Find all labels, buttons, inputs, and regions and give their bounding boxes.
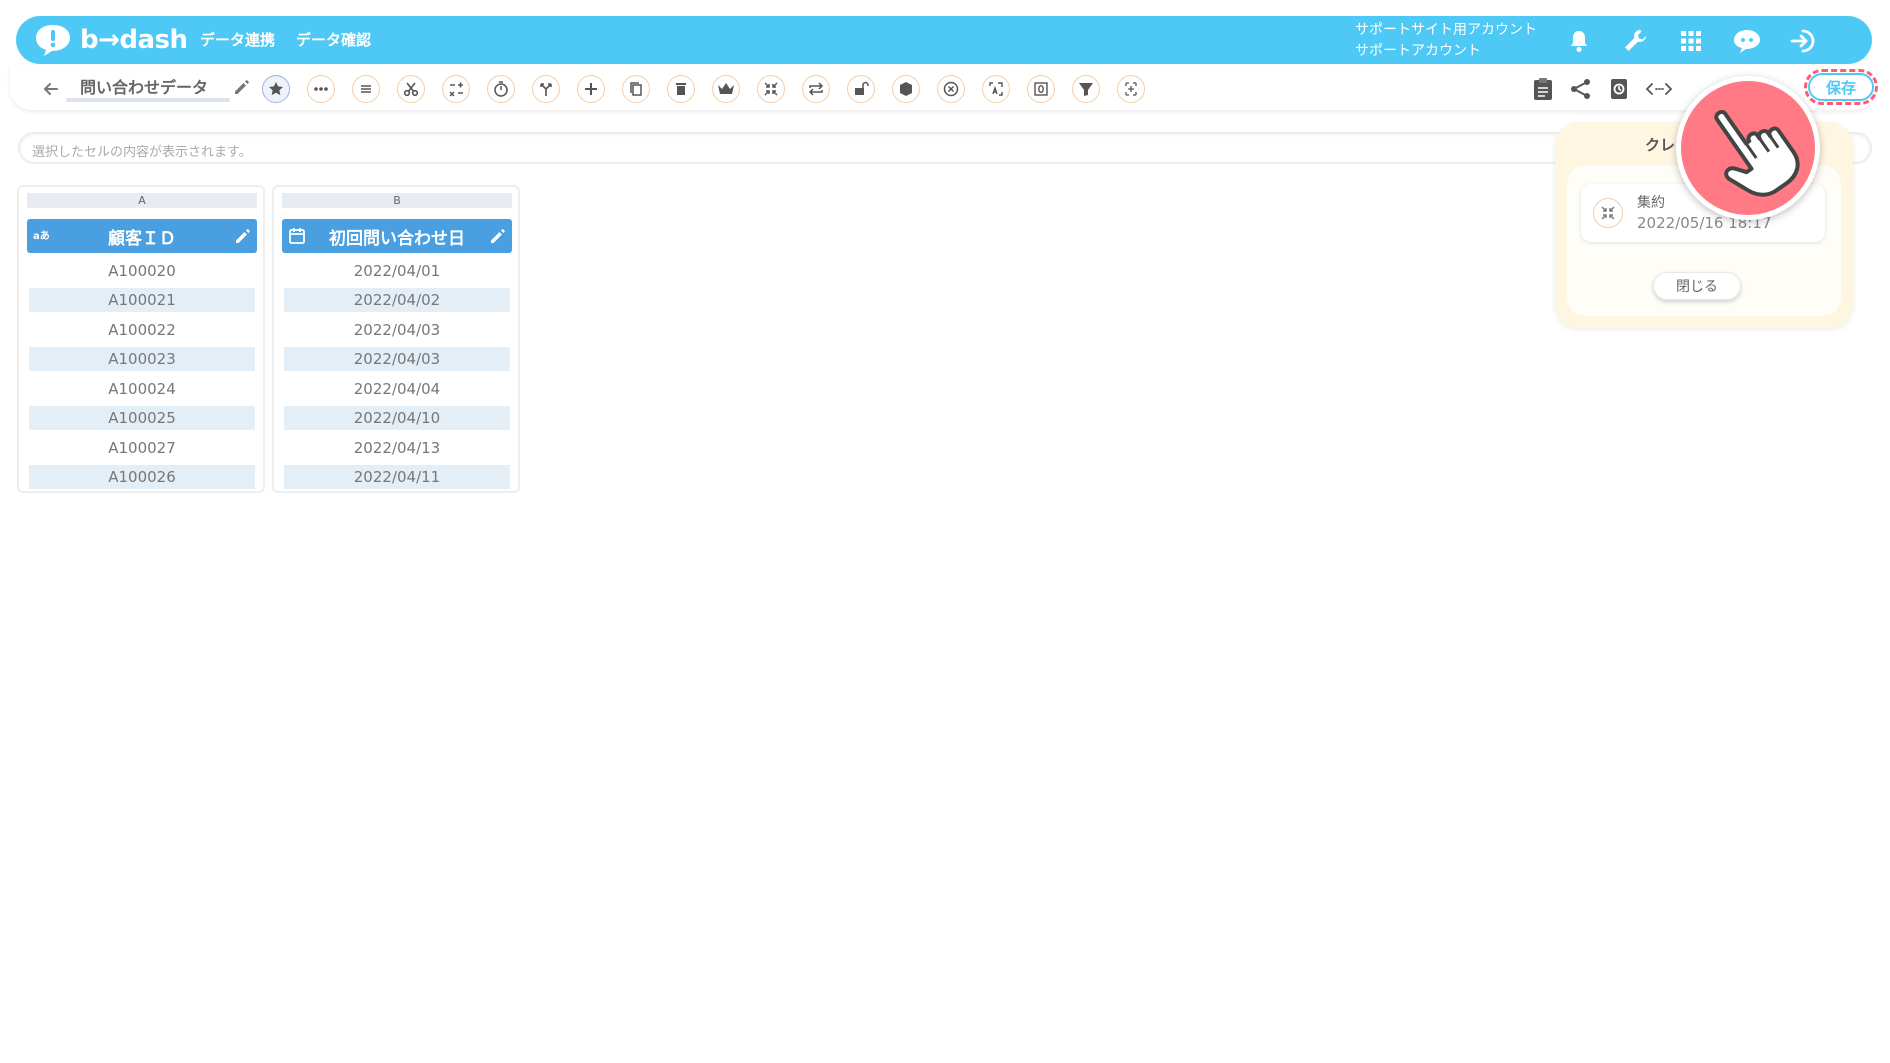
repeat-icon[interactable] <box>802 75 830 103</box>
back-arrow-icon[interactable] <box>40 78 62 100</box>
table-cell[interactable]: A100020 <box>29 259 255 283</box>
tutorial-pointer <box>1676 76 1820 220</box>
table-cell[interactable]: 2022/04/02 <box>284 288 510 312</box>
nav-data-integration[interactable]: データ連携 <box>200 29 275 50</box>
table-cell[interactable]: A100023 <box>29 347 255 371</box>
crown-icon[interactable] <box>712 75 740 103</box>
history-icon[interactable] <box>1606 76 1632 102</box>
table-cell[interactable]: 2022/04/10 <box>284 406 510 430</box>
support-chat-icon[interactable] <box>1732 26 1762 56</box>
account-line2: サポートアカウント <box>1355 43 1481 59</box>
table-cell[interactable]: 2022/04/13 <box>284 436 510 460</box>
column-a: A aあ 顧客ＩＤ A100020 A100021 A100022 A10002… <box>17 185 265 493</box>
logo-text: b→dash <box>80 25 188 55</box>
credit-item-name: 集約 <box>1637 195 1665 211</box>
wrench-icon[interactable] <box>1620 26 1650 56</box>
column-header[interactable]: 初回問い合わせ日 <box>282 219 512 253</box>
close-circle-icon[interactable] <box>937 75 965 103</box>
apps-grid-icon[interactable] <box>1676 26 1706 56</box>
table-cell[interactable]: A100025 <box>29 406 255 430</box>
zero-icon[interactable] <box>1027 75 1055 103</box>
table-cell[interactable]: 2022/04/11 <box>284 465 510 489</box>
edit-column-icon[interactable] <box>233 227 251 245</box>
logout-icon[interactable] <box>1788 26 1818 56</box>
cell-content-placeholder: 選択したセルの内容が表示されます。 <box>32 145 252 160</box>
cut-icon[interactable] <box>397 75 425 103</box>
table-cell[interactable]: A100021 <box>29 288 255 312</box>
column-name: 顧客ＩＤ <box>108 228 176 249</box>
account-info[interactable]: サポートサイト用アカウント サポートアカウント <box>1355 20 1537 62</box>
lock-icon[interactable] <box>847 75 875 103</box>
aggregate-icon[interactable] <box>757 75 785 103</box>
close-button[interactable]: 閉じる <box>1653 272 1741 300</box>
logo[interactable]: b→dash <box>34 23 188 57</box>
branch-icon[interactable] <box>532 75 560 103</box>
bell-icon[interactable] <box>1564 26 1594 56</box>
table-cell[interactable]: 2022/04/03 <box>284 347 510 371</box>
nav-data-check[interactable]: データ確認 <box>296 29 371 50</box>
account-line1: サポートサイト用アカウント <box>1355 22 1537 38</box>
logo-mark-icon <box>36 25 70 56</box>
package-icon[interactable] <box>892 75 920 103</box>
save-button[interactable]: 保存 <box>1808 73 1874 101</box>
text-type-icon: aあ <box>33 231 50 242</box>
edit-column-icon[interactable] <box>488 227 506 245</box>
more-icon[interactable] <box>307 75 335 103</box>
title-underline <box>66 98 230 102</box>
translate-icon[interactable] <box>982 75 1010 103</box>
copy-icon[interactable] <box>622 75 650 103</box>
table-cell[interactable]: 2022/04/01 <box>284 259 510 283</box>
column-name: 初回問い合わせ日 <box>329 228 465 249</box>
share-icon[interactable] <box>1568 76 1594 102</box>
calc-icon[interactable] <box>442 75 470 103</box>
column-b: B 初回問い合わせ日 2022/04/01 2022/04/02 2022/04… <box>272 185 520 493</box>
aggregate-icon <box>1593 198 1623 228</box>
column-letter[interactable]: B <box>282 193 512 208</box>
edit-title-icon[interactable] <box>232 78 250 96</box>
table-cell[interactable]: 2022/04/03 <box>284 318 510 342</box>
column-letter[interactable]: A <box>27 193 257 208</box>
column-header[interactable]: aあ 顧客ＩＤ <box>27 219 257 253</box>
code-icon[interactable] <box>1646 76 1672 102</box>
table-cell[interactable]: A100027 <box>29 436 255 460</box>
filter-icon[interactable] <box>1072 75 1100 103</box>
star-icon[interactable] <box>262 75 290 103</box>
table-cell[interactable]: A100022 <box>29 318 255 342</box>
timer-icon[interactable] <box>487 75 515 103</box>
panel-title: クレ <box>1645 136 1676 154</box>
clipboard-icon[interactable] <box>1530 76 1556 102</box>
app-header: b→dash データ連携 データ確認 サポートサイト用アカウント サポートアカウ… <box>16 16 1872 64</box>
add-icon[interactable] <box>577 75 605 103</box>
pointing-hand-icon <box>1714 109 1800 197</box>
calendar-icon <box>289 228 305 244</box>
list-icon[interactable] <box>352 75 380 103</box>
pattern-icon[interactable] <box>1117 75 1145 103</box>
toolbar: 問い合わせデータ <box>10 66 1876 110</box>
document-title[interactable]: 問い合わせデータ <box>80 74 208 98</box>
delete-icon[interactable] <box>667 75 695 103</box>
table-cell[interactable]: A100024 <box>29 377 255 401</box>
table-cell[interactable]: 2022/04/04 <box>284 377 510 401</box>
table-cell[interactable]: A100026 <box>29 465 255 489</box>
